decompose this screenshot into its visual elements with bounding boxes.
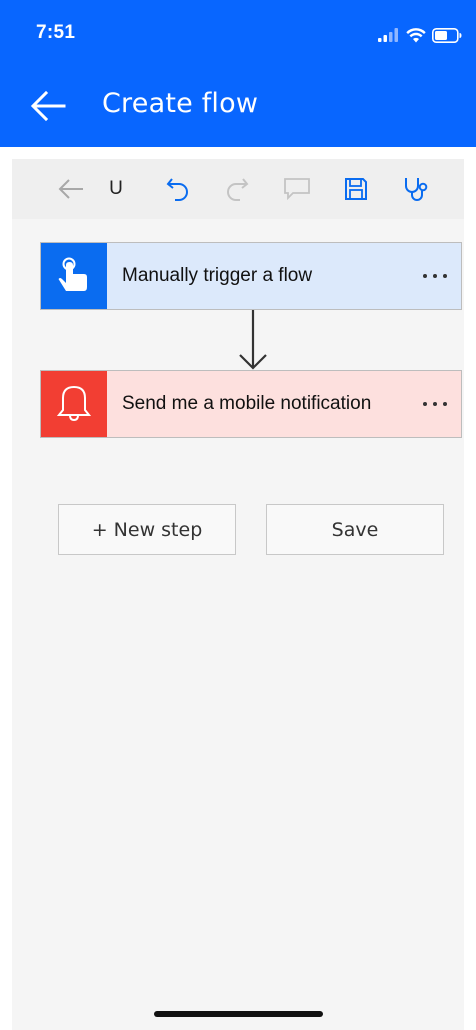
save-button[interactable]: Save — [266, 504, 444, 555]
comment-icon — [284, 178, 310, 201]
more-dot — [423, 274, 427, 278]
new-step-button[interactable]: + New step — [58, 504, 236, 555]
flow-checker-icon — [405, 178, 428, 201]
trigger-icon-box — [41, 243, 107, 309]
app-header: 7:51 Create flow — [0, 0, 476, 147]
notification-step-label: Send me a mobile notification — [122, 393, 372, 414]
page-title: Create flow — [102, 88, 259, 119]
status-icons — [378, 24, 462, 46]
trigger-step-card[interactable]: Manually trigger a flow — [40, 242, 462, 310]
notification-more-button[interactable] — [409, 371, 461, 437]
toolbar-u-label[interactable]: U — [100, 173, 132, 205]
flow-checker-button[interactable] — [400, 173, 432, 205]
battery-icon — [432, 27, 462, 43]
back-arrow-icon — [30, 90, 66, 122]
designer-toolbar: U — [12, 159, 464, 219]
undo-button[interactable] — [162, 173, 194, 205]
toolbar-back-button[interactable] — [55, 173, 87, 205]
notification-icon-box — [41, 371, 107, 437]
status-time: 7:51 — [36, 22, 76, 43]
more-dot — [433, 402, 437, 406]
save-icon — [345, 178, 367, 200]
flow-canvas: U Manually trigger a flow Send me a mobi… — [12, 159, 464, 1030]
trigger-more-button[interactable] — [409, 243, 461, 309]
back-button[interactable] — [28, 84, 72, 128]
more-dot — [433, 274, 437, 278]
step-connector-arrow-icon — [239, 310, 267, 370]
wifi-icon — [406, 27, 426, 42]
more-dot — [423, 402, 427, 406]
comment-button[interactable] — [281, 173, 313, 205]
trigger-step-label: Manually trigger a flow — [122, 265, 313, 286]
back-icon — [58, 179, 83, 199]
notification-step-card[interactable]: Send me a mobile notification — [40, 370, 462, 438]
signal-icon — [378, 28, 398, 42]
undo-icon — [166, 178, 188, 201]
more-dot — [443, 274, 447, 278]
more-dot — [443, 402, 447, 406]
home-indicator — [154, 1011, 323, 1017]
save-toolbar-button[interactable] — [340, 173, 372, 205]
redo-button[interactable] — [221, 173, 253, 205]
redo-icon — [227, 178, 249, 201]
bell-icon — [57, 385, 91, 422]
touch-hand-icon — [58, 257, 87, 291]
